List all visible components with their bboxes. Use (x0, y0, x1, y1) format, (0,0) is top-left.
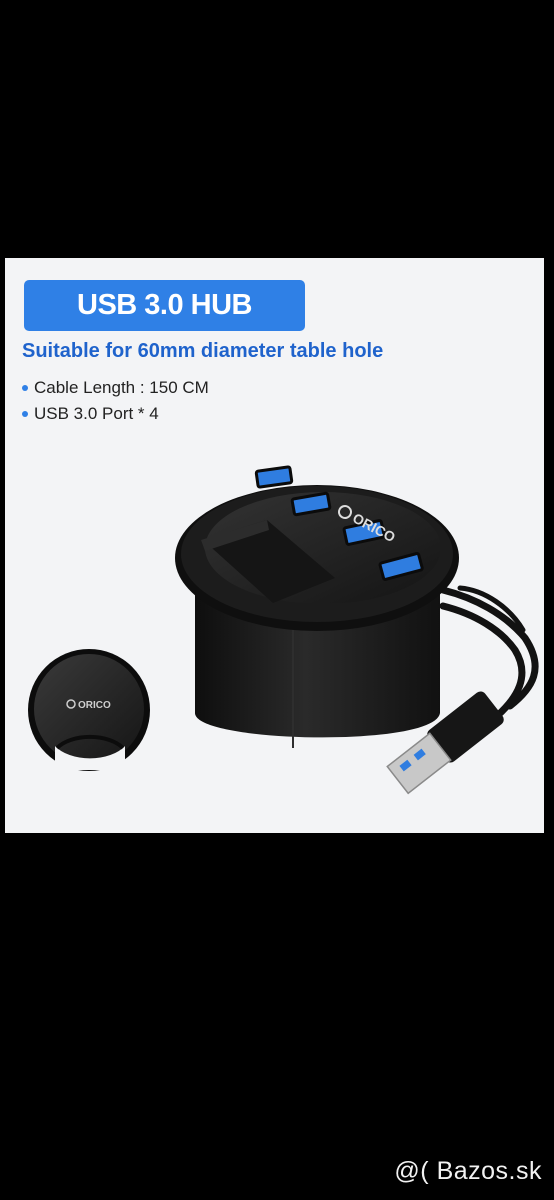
svg-text:ORICO: ORICO (78, 700, 111, 711)
hub-product-photo: ORICO ORICO (28, 465, 539, 795)
hub-body: ORICO (175, 465, 459, 748)
usb-cable (439, 585, 539, 720)
product-image-card: USB 3.0 HUB Suitable for 60mm diameter t… (5, 258, 544, 833)
cover-cap: ORICO (28, 649, 150, 771)
watermark: @( Bazos.sk (394, 1157, 542, 1185)
